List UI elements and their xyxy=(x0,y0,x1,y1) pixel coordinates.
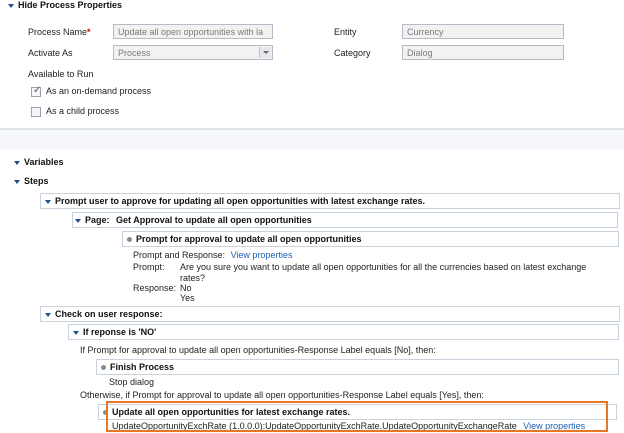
response-no: No xyxy=(180,283,192,293)
prompt-text-line-1: Are you sure you want to update all open… xyxy=(180,262,587,272)
expand-triangle-icon xyxy=(45,312,51,317)
prompt-approval-title: Prompt for approval to update all open o… xyxy=(136,234,362,244)
entity-label: Entity xyxy=(334,27,357,37)
expand-triangle-icon xyxy=(14,179,20,184)
response-label: Response: xyxy=(133,283,177,293)
activate-as-select[interactable]: Process xyxy=(113,45,273,60)
expand-triangle-icon xyxy=(75,218,81,223)
collapse-triangle-icon xyxy=(8,3,14,8)
checkmark-icon: ✓ xyxy=(33,84,42,96)
category-label: Category xyxy=(334,48,371,58)
page-row[interactable]: Page: Get Approval to update all open op… xyxy=(72,212,618,228)
steps-label: Steps xyxy=(24,176,49,186)
variables-node[interactable]: Variables xyxy=(14,157,64,167)
activate-as-value: Process xyxy=(118,48,151,58)
update-step-desc: UpdateOpportunityExchRate (1.0.0.0):Upda… xyxy=(112,421,517,431)
on-demand-checkbox[interactable]: ✓ xyxy=(31,84,42,97)
section-title: Hide Process Properties xyxy=(18,0,123,10)
prompt-response-line: Prompt and Response: View properties xyxy=(133,250,292,260)
on-demand-option[interactable]: ✓ As an on-demand process xyxy=(31,84,152,97)
required-icon: * xyxy=(87,27,91,37)
update-view-properties-link[interactable]: View properties xyxy=(523,421,585,431)
child-process-option[interactable]: As a child process xyxy=(31,106,119,117)
response-options: No Yes xyxy=(180,283,195,303)
page-title: Get Approval to update all open opportun… xyxy=(116,215,312,225)
separator-band xyxy=(0,130,624,150)
prompt-text: Are you sure you want to update all open… xyxy=(180,262,620,284)
child-process-checkbox[interactable] xyxy=(31,106,41,117)
if-step-row[interactable]: If reponse is 'NO' xyxy=(68,324,619,340)
prompt-approval-row[interactable]: Prompt for approval to update all open o… xyxy=(122,231,619,247)
dropdown-arrow-icon xyxy=(259,47,271,58)
bullet-icon xyxy=(103,410,108,416)
child-process-label: As a child process xyxy=(46,106,120,116)
prompt-step-label: Prompt user to approve for updating all … xyxy=(55,196,426,206)
expand-triangle-icon xyxy=(73,330,79,335)
bullet-icon xyxy=(127,237,132,243)
steps-node[interactable]: Steps xyxy=(14,176,49,186)
page-label: Page: xyxy=(85,215,110,225)
prompt-response-label: Prompt and Response: xyxy=(133,250,226,260)
hide-properties-toggle[interactable]: Hide Process Properties xyxy=(8,0,122,10)
view-properties-link[interactable]: View properties xyxy=(231,250,293,260)
check-step-row[interactable]: Check on user response: xyxy=(40,306,620,322)
category-input[interactable]: Dialog xyxy=(402,45,564,60)
finish-process-desc: Stop dialog xyxy=(109,377,155,387)
available-to-run-label: Available to Run xyxy=(28,69,94,79)
update-step-desc-line: UpdateOpportunityExchRate (1.0.0.0):Upda… xyxy=(112,421,585,431)
otherwise-condition-text: Otherwise, if Prompt for approval to upd… xyxy=(80,390,484,400)
on-demand-label: As an on-demand process xyxy=(46,86,152,96)
entity-input[interactable]: Currency xyxy=(402,24,564,39)
update-step-title: Update all open opportunities for latest… xyxy=(112,407,351,417)
activate-as-label: Activate As xyxy=(28,48,73,58)
finish-process-row[interactable]: Finish Process xyxy=(96,359,619,375)
process-name-label: Process Name* xyxy=(28,27,91,37)
bullet-icon xyxy=(101,365,106,371)
update-step-row[interactable]: Update all open opportunities for latest… xyxy=(98,404,617,420)
process-name-input[interactable]: Update all open opportunities with la xyxy=(113,24,273,39)
check-step-label: Check on user response: xyxy=(55,309,163,319)
if-condition-text: If Prompt for approval to update all ope… xyxy=(80,345,436,355)
if-step-label: If reponse is 'NO' xyxy=(83,327,157,337)
prompt-label: Prompt: xyxy=(133,262,165,272)
prompt-step-row[interactable]: Prompt user to approve for updating all … xyxy=(40,193,620,209)
response-yes: Yes xyxy=(180,293,195,303)
finish-process-title: Finish Process xyxy=(110,362,175,372)
expand-triangle-icon xyxy=(14,160,20,165)
prompt-text-line-2: rates? xyxy=(180,273,206,283)
variables-label: Variables xyxy=(24,157,64,167)
expand-triangle-icon xyxy=(45,199,51,204)
